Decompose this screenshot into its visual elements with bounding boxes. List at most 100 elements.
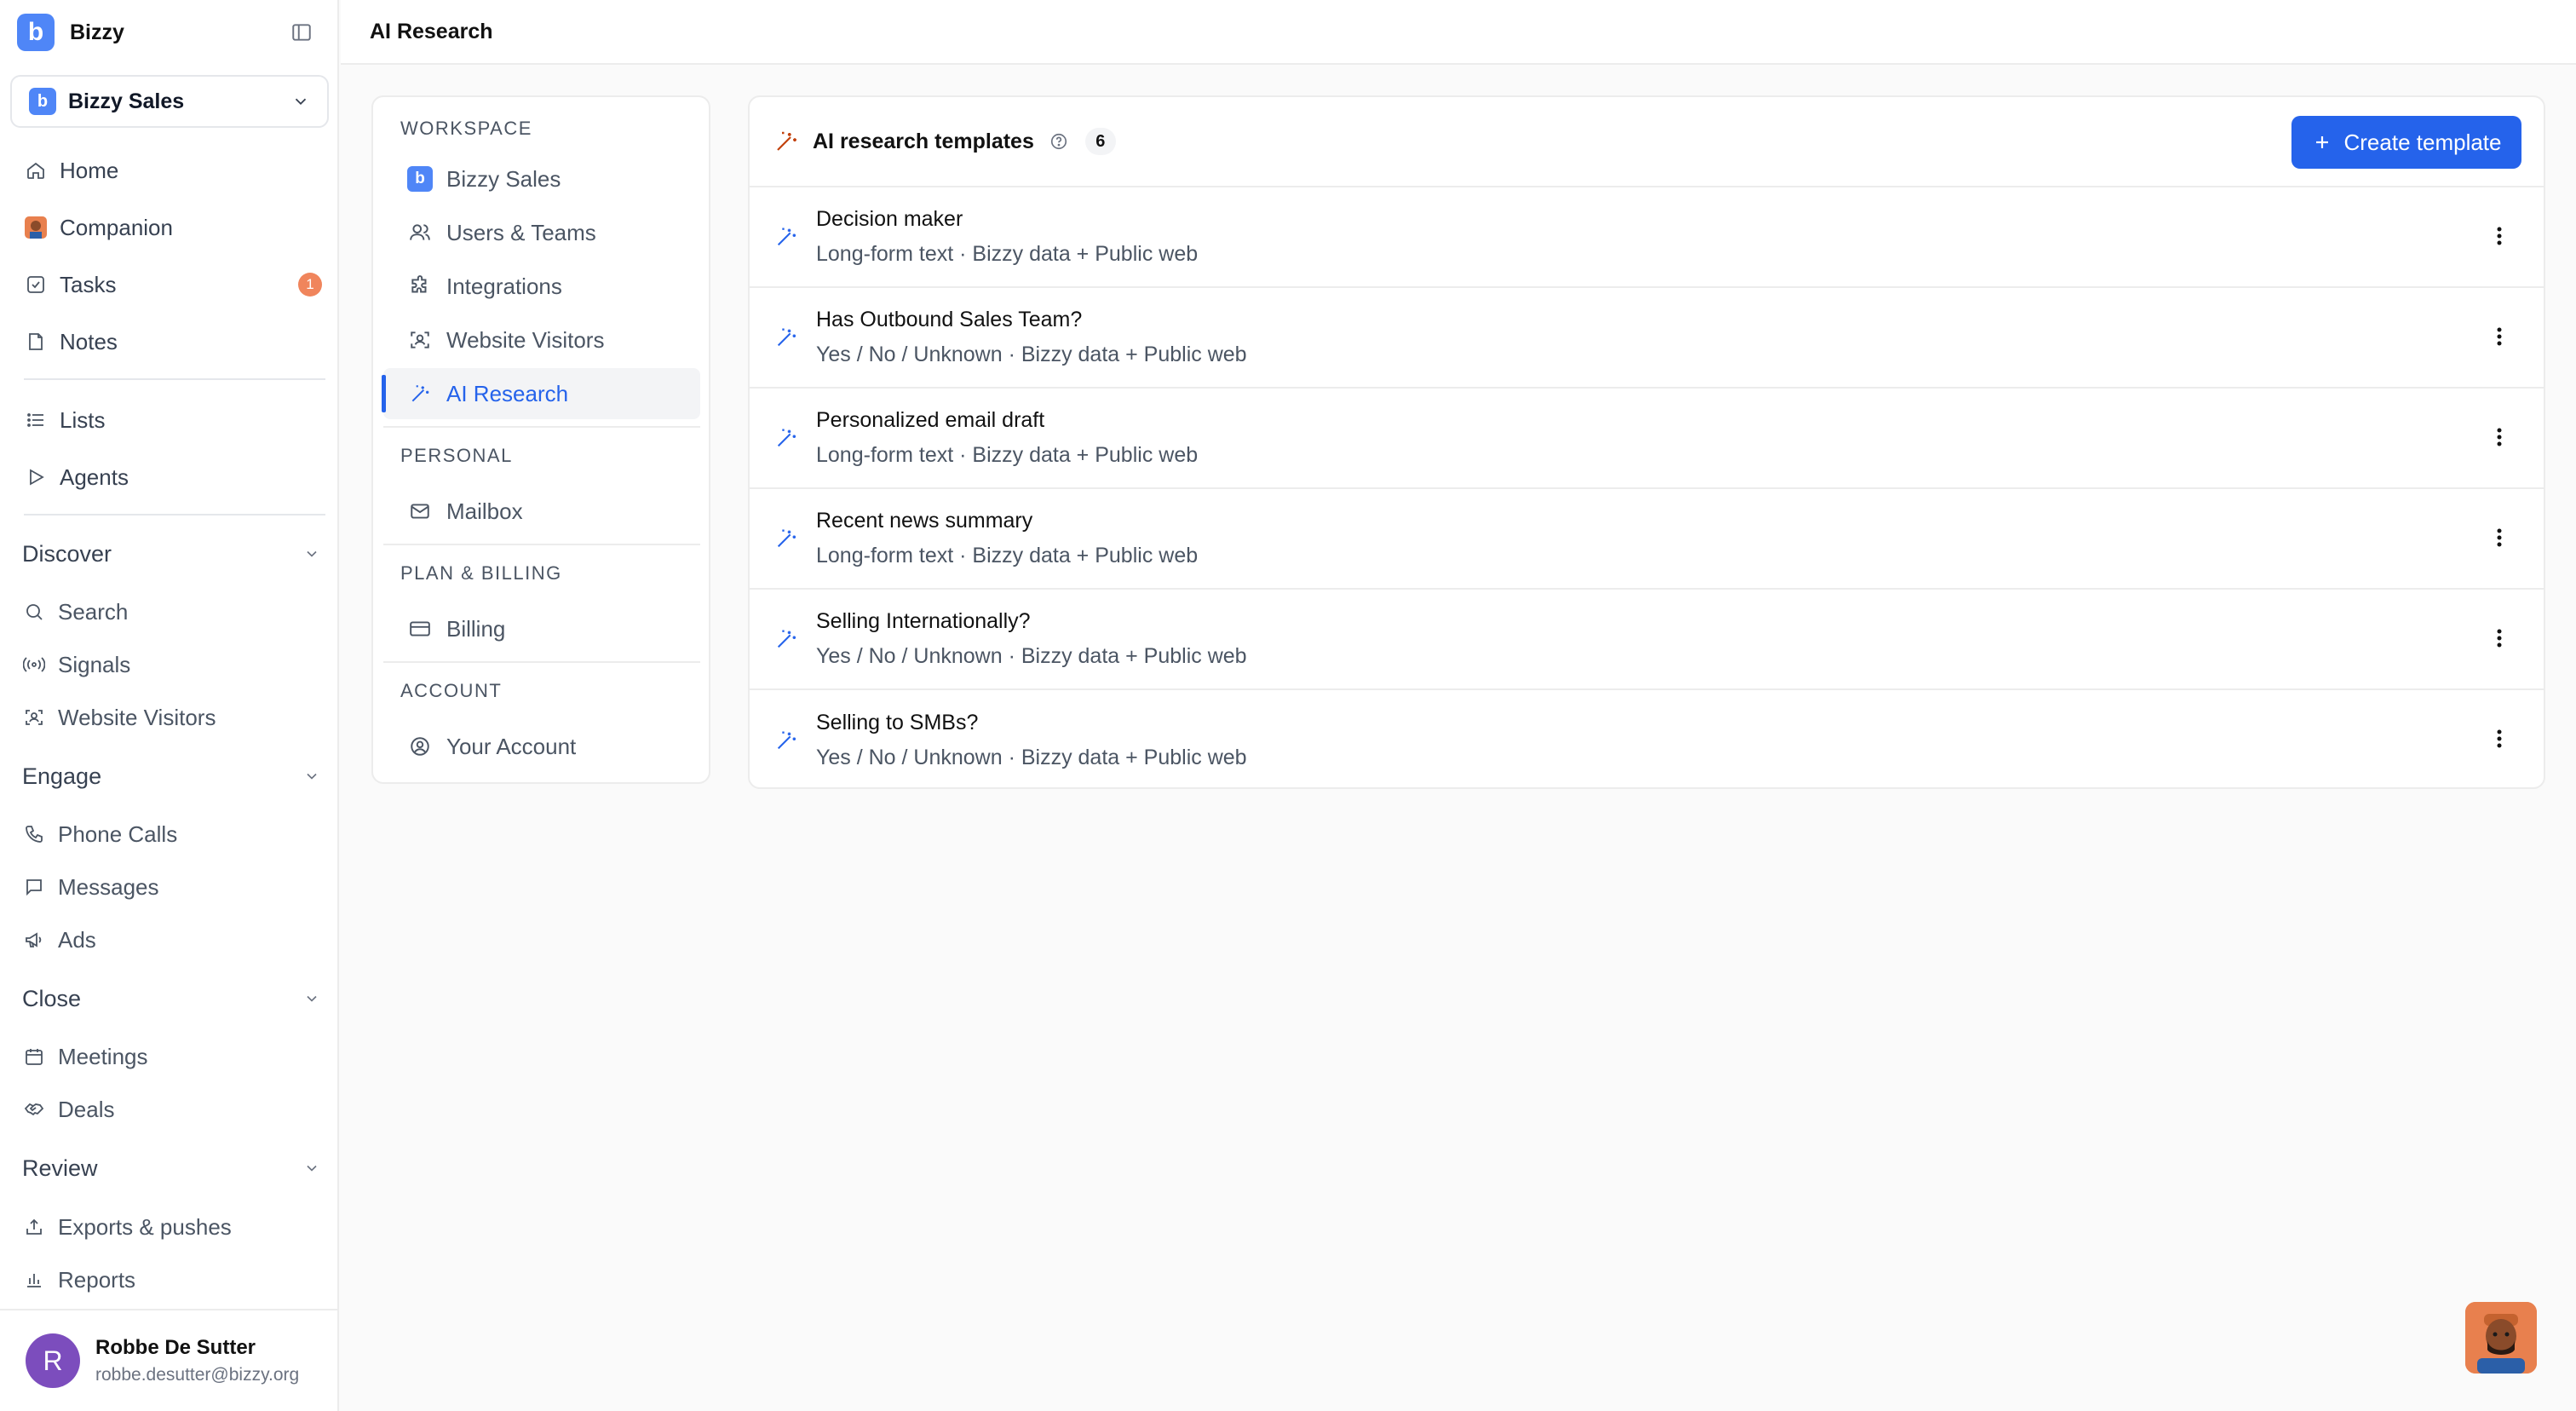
settings-divider	[383, 544, 700, 545]
help-icon[interactable]	[1049, 132, 1068, 151]
sidebar-item-website-visitors[interactable]: Website Visitors	[22, 699, 216, 736]
template-text: Selling to SMBs? Yes / No / Unknown · Bi…	[816, 711, 1247, 770]
sidebar-item-agents[interactable]: Agents	[24, 458, 322, 496]
sidebar-item-messages[interactable]: Messages	[22, 868, 159, 906]
magic-wand-icon	[773, 728, 799, 753]
settings-item-label: Integrations	[446, 273, 562, 299]
template-subtitle: Yes / No / Unknown · Bizzy data + Public…	[816, 644, 1247, 668]
workspace-selector[interactable]: b Bizzy Sales	[10, 75, 329, 128]
sidebar-item-ads[interactable]: Ads	[22, 921, 96, 959]
sidebar-item-signals[interactable]: Signals	[22, 646, 130, 683]
template-text: Has Outbound Sales Team? Yes / No / Unkn…	[816, 308, 1247, 367]
settings-item-website-visitors[interactable]: Website Visitors	[383, 314, 700, 366]
templates-title: AI research templates	[813, 129, 1034, 153]
magic-wand-icon	[773, 626, 799, 652]
section-label: Review	[22, 1155, 98, 1181]
template-title: Personalized email draft	[816, 408, 1045, 432]
template-row[interactable]: Selling Internationally? Yes / No / Unkn…	[750, 590, 2544, 690]
checkbox-icon	[24, 273, 48, 297]
handshake-icon	[22, 1097, 46, 1121]
sidebar-item-meetings[interactable]: Meetings	[22, 1038, 148, 1075]
settings-group-workspace: WORKSPACE	[400, 118, 532, 139]
section-close-toggle[interactable]: Close	[22, 980, 320, 1017]
section-review-toggle[interactable]: Review	[22, 1149, 320, 1187]
template-title: Has Outbound Sales Team?	[816, 308, 1083, 331]
sidebar-divider	[24, 378, 325, 380]
create-template-button[interactable]: Create template	[2291, 116, 2521, 169]
settings-item-integrations[interactable]: Integrations	[383, 261, 700, 312]
template-row[interactable]: Personalized email draft Long-form text …	[750, 389, 2544, 489]
visitor-scan-icon	[22, 706, 46, 729]
settings-divider	[383, 661, 700, 663]
more-options-icon[interactable]	[2486, 222, 2513, 250]
chevron-down-icon	[303, 545, 320, 562]
settings-item-mailbox[interactable]: Mailbox	[383, 486, 700, 537]
user-name: Robbe De Sutter	[95, 1336, 256, 1359]
app-brand[interactable]: b Bizzy	[17, 14, 124, 51]
sidebar-item-exports[interactable]: Exports & pushes	[22, 1208, 232, 1246]
section-label: Close	[22, 985, 82, 1011]
sidebar-item-search[interactable]: Search	[22, 593, 128, 631]
settings-item-users-teams[interactable]: Users & Teams	[383, 207, 700, 258]
section-label: Engage	[22, 763, 102, 789]
top-bar: AI Research	[341, 0, 2576, 65]
companion-avatar-icon	[2465, 1302, 2537, 1374]
note-icon	[24, 330, 48, 354]
sidebar-item-label: Website Visitors	[58, 704, 216, 730]
plus-icon	[2312, 132, 2332, 153]
app-logo: b	[17, 14, 55, 51]
templates-count-badge: 6	[1084, 128, 1116, 155]
sidebar-item-label: Meetings	[58, 1043, 148, 1069]
template-subtitle: Yes / No / Unknown · Bizzy data + Public…	[816, 746, 1247, 769]
magic-wand-icon	[773, 129, 799, 154]
template-row[interactable]: Selling to SMBs? Yes / No / Unknown · Bi…	[750, 690, 2544, 787]
template-row[interactable]: Has Outbound Sales Team? Yes / No / Unkn…	[750, 288, 2544, 389]
magic-wand-icon	[773, 526, 799, 551]
sidebar-item-lists[interactable]: Lists	[24, 401, 322, 439]
settings-item-your-account[interactable]: Your Account	[383, 721, 700, 772]
sidebar-item-reports[interactable]: Reports	[22, 1261, 135, 1299]
sidebar-item-phone-calls[interactable]: Phone Calls	[22, 815, 177, 853]
sidebar-divider	[24, 514, 325, 515]
sidebar-item-label: Agents	[60, 464, 129, 490]
section-label: Discover	[22, 540, 112, 567]
avatar: R	[26, 1333, 80, 1388]
sidebar-item-notes[interactable]: Notes	[24, 323, 322, 360]
template-title: Selling to SMBs?	[816, 711, 979, 734]
template-subtitle: Long-form text · Bizzy data + Public web	[816, 544, 1199, 567]
user-profile[interactable]: R Robbe De Sutter robbe.desutter@bizzy.o…	[0, 1309, 339, 1411]
settings-item-bizzy-sales[interactable]: b Bizzy Sales	[383, 153, 700, 204]
template-text: Personalized email draft Long-form text …	[816, 408, 1198, 468]
template-row[interactable]: Decision maker Long-form text · Bizzy da…	[750, 187, 2544, 288]
more-options-icon[interactable]	[2486, 524, 2513, 551]
sidebar-item-companion[interactable]: Companion	[24, 209, 322, 246]
settings-group-account: ACCOUNT	[400, 680, 503, 701]
companion-chat-button[interactable]	[2465, 1302, 2537, 1374]
settings-item-label: Bizzy Sales	[446, 165, 561, 192]
broadcast-icon	[22, 653, 46, 677]
user-details: Robbe De Sutter robbe.desutter@bizzy.org	[95, 1336, 299, 1385]
more-options-icon[interactable]	[2486, 323, 2513, 350]
more-options-icon[interactable]	[2486, 625, 2513, 652]
user-circle-icon	[407, 734, 433, 759]
settings-item-billing[interactable]: Billing	[383, 603, 700, 654]
sidebar-item-tasks[interactable]: Tasks 1	[24, 266, 322, 303]
templates-header: AI research templates 6 Create template	[750, 97, 2544, 187]
play-icon	[24, 465, 48, 489]
sidebar-item-home[interactable]: Home	[24, 152, 322, 189]
settings-item-ai-research[interactable]: AI Research	[382, 368, 700, 419]
chevron-down-icon	[303, 1160, 320, 1177]
template-row[interactable]: Recent news summary Long-form text · Biz…	[750, 489, 2544, 590]
section-engage-toggle[interactable]: Engage	[22, 757, 320, 795]
more-options-icon[interactable]	[2486, 725, 2513, 752]
sidebar-toggle-icon[interactable]	[288, 19, 315, 46]
sidebar-item-deals[interactable]: Deals	[22, 1091, 114, 1128]
companion-avatar-icon	[24, 216, 48, 239]
more-options-icon[interactable]	[2486, 423, 2513, 451]
calendar-icon	[22, 1045, 46, 1068]
tasks-count-badge: 1	[298, 273, 322, 297]
credit-card-icon	[407, 616, 433, 642]
search-icon	[22, 600, 46, 624]
chevron-down-icon	[303, 768, 320, 785]
section-discover-toggle[interactable]: Discover	[22, 535, 320, 573]
